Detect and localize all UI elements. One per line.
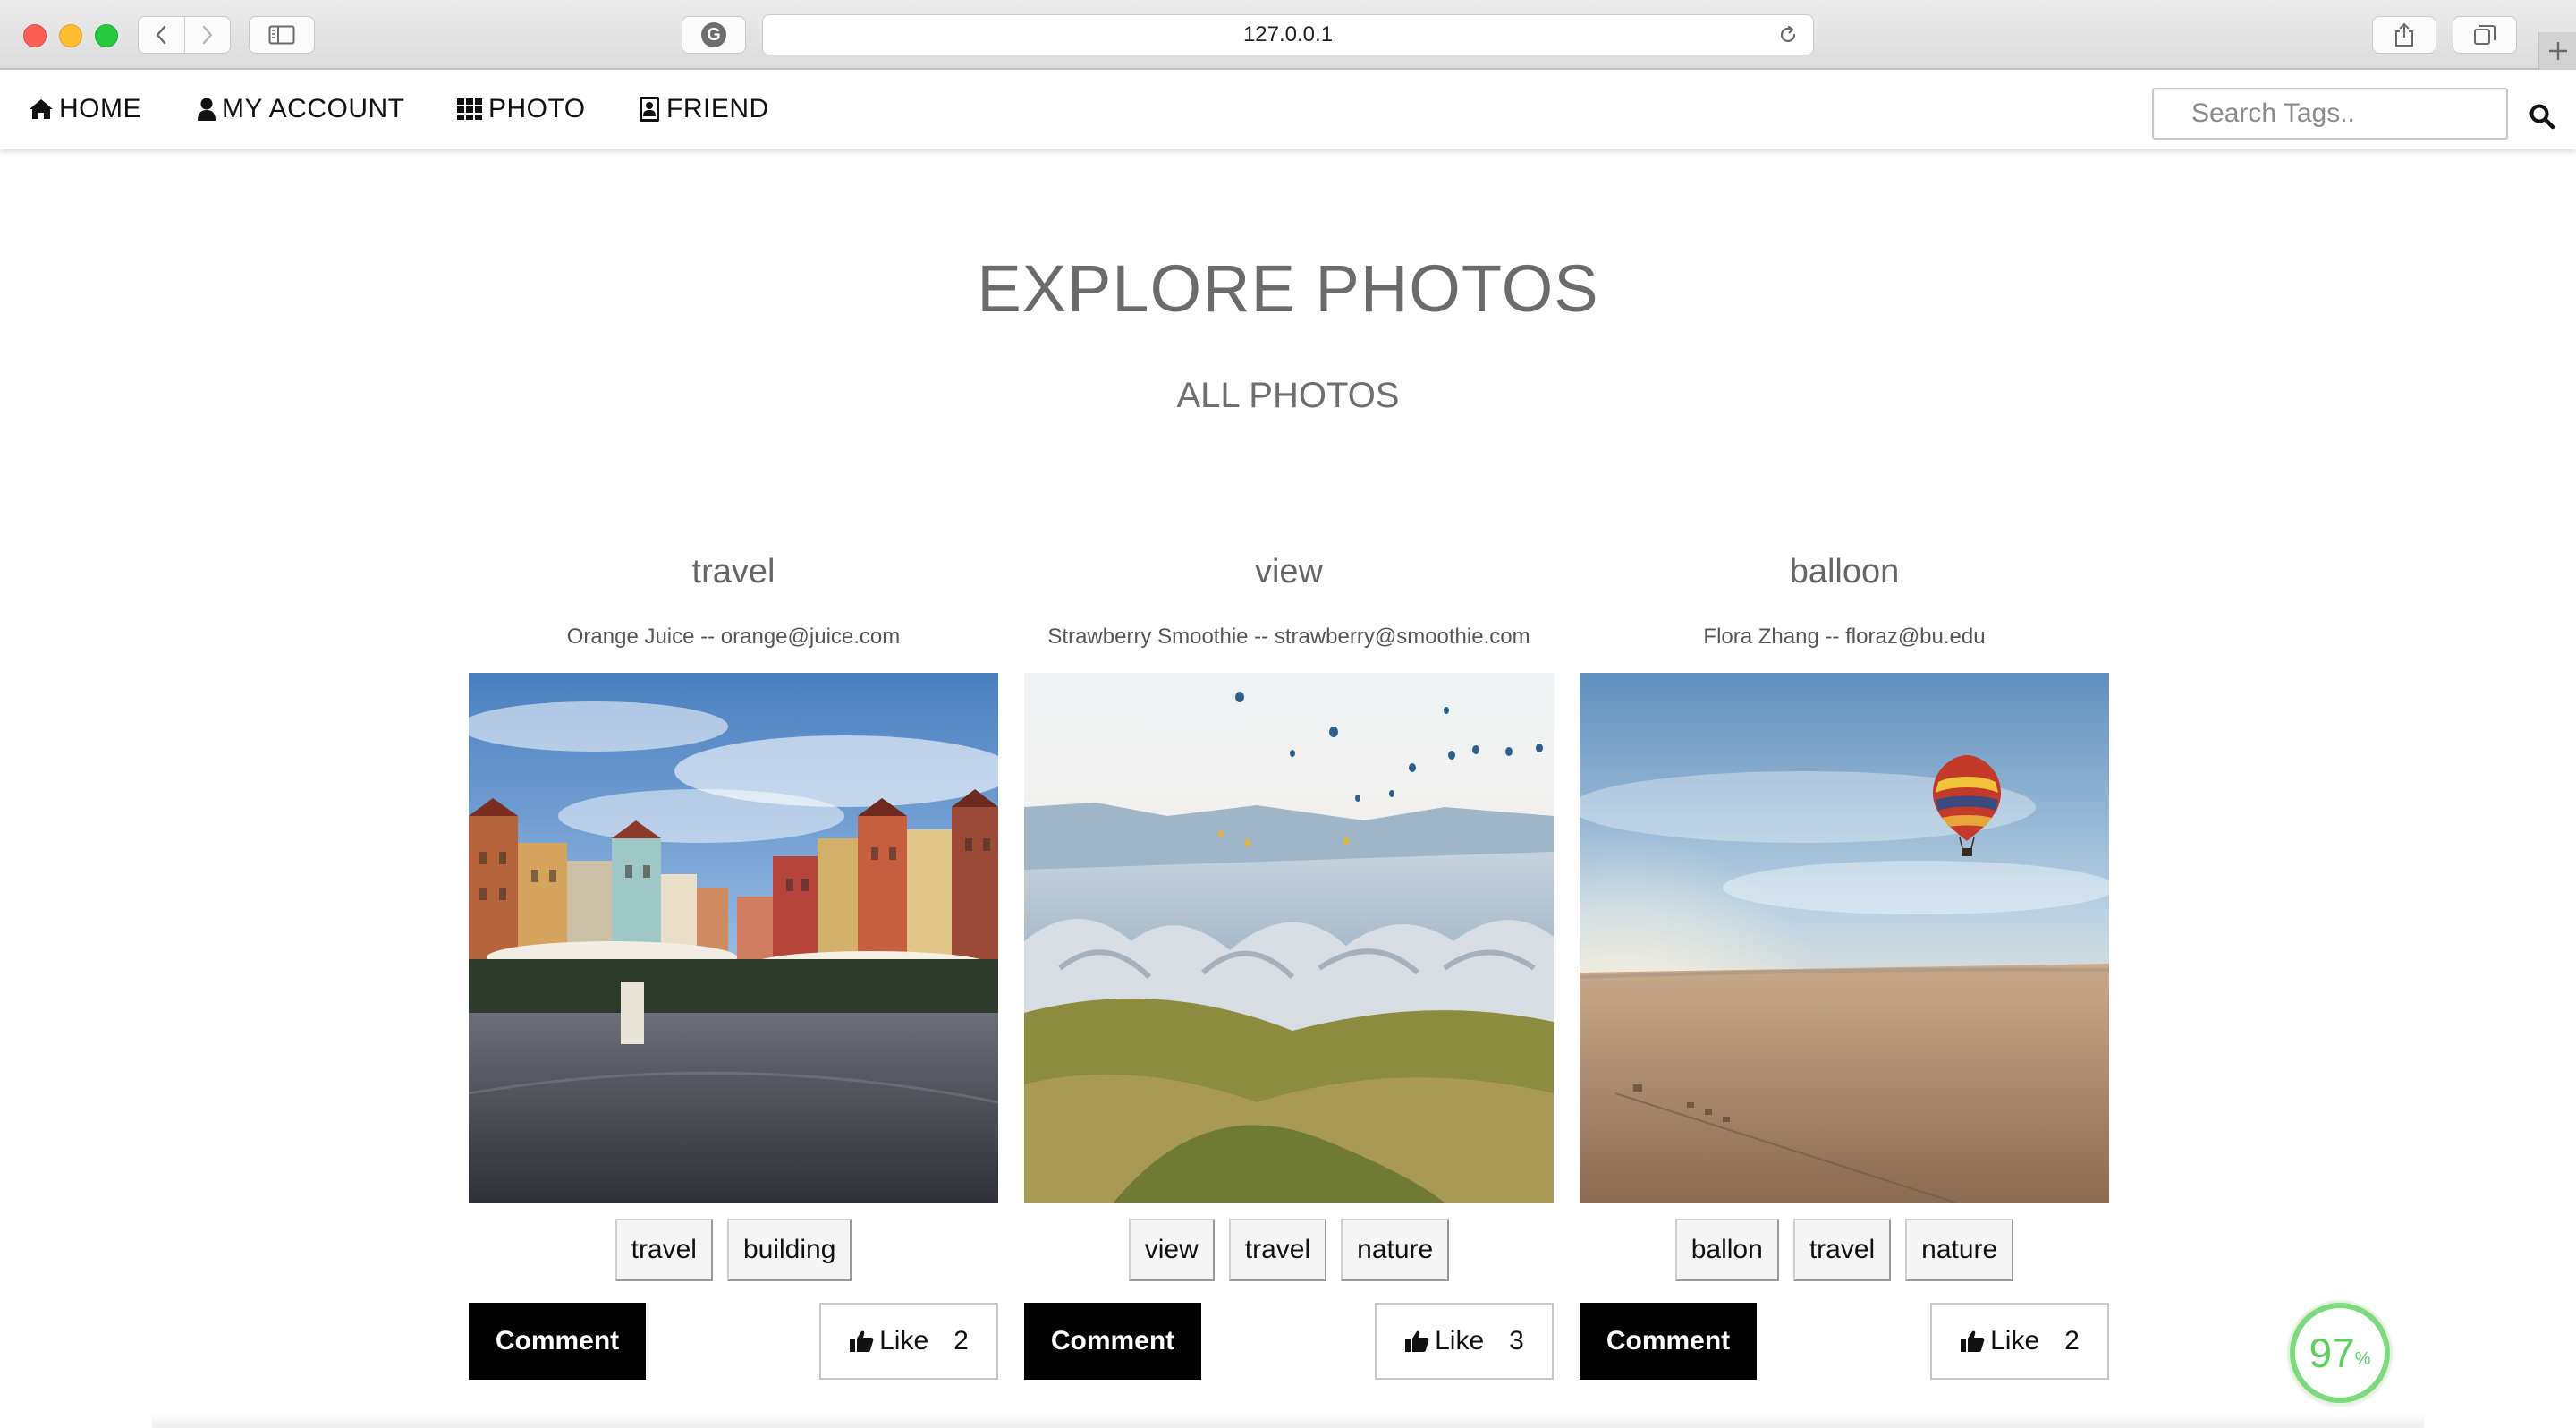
page-subtitle: ALL PHOTOS [1176,376,1400,415]
minimize-window-button[interactable] [59,24,82,47]
thumbs-up-icon [1960,1330,1985,1353]
photo-title: travel [691,553,775,591]
desert-balloon-image [1580,673,2109,1203]
extension-button[interactable]: G [682,16,746,54]
page-title: EXPLORE PHOTOS [977,251,1599,326]
photo-card: view Strawberry Smoothie -- strawberry@s… [1024,546,1554,1387]
photo-title: balloon [1789,553,1900,591]
new-tab-button[interactable] [2538,32,2576,70]
photo-owner: Strawberry Smoothie -- strawberry@smooth… [1047,625,1530,649]
browser-toolbar: G 127.0.0.1 [0,0,2576,70]
nav-photo-label: PHOTO [488,94,586,123]
address-book-icon [640,97,659,122]
share-icon [2395,22,2413,47]
like-label: Like [879,1326,929,1356]
sidebar-icon [268,25,295,45]
comment-button[interactable]: Comment [469,1303,646,1380]
tag-button[interactable]: travel [1792,1219,1892,1281]
reload-icon [1780,25,1796,43]
back-button[interactable] [139,17,184,53]
tag-button[interactable]: nature [1341,1219,1450,1281]
close-window-button[interactable] [23,24,47,47]
grammarly-icon: G [701,22,726,47]
photo-title: view [1254,553,1324,591]
share-button[interactable] [2372,16,2436,54]
like-count: 2 [953,1326,969,1356]
nav-account-label: MY ACCOUNT [222,94,405,123]
comment-button[interactable]: Comment [1024,1303,1201,1380]
nav-friend-link[interactable]: FRIEND [638,70,769,149]
like-label: Like [1990,1326,2040,1356]
tag-button[interactable]: nature [1905,1219,2014,1281]
forward-button[interactable] [183,17,231,53]
photo-tags: travel building [469,1219,998,1281]
like-button[interactable]: Like 3 [1375,1303,1554,1380]
cappadocia-valley-image [1024,673,1554,1203]
nav-friend-label: FRIEND [666,94,769,123]
search-button[interactable] [2522,97,2562,136]
page-footer-shadow [152,1414,2424,1428]
sidebar-toggle-button[interactable] [249,16,315,54]
address-bar[interactable]: 127.0.0.1 [762,14,1814,55]
nav-home-link[interactable]: HOME [29,70,141,149]
photo-card: travel Orange Juice -- orange@juice.com [469,546,998,1387]
photo-image[interactable] [1580,673,2109,1203]
photo-card: balloon Flora Zhang -- floraz@bu.edu bal… [1580,546,2109,1387]
like-button[interactable]: Like 2 [819,1303,998,1380]
photo-image[interactable] [469,673,998,1203]
photo-image[interactable] [1024,673,1554,1203]
comment-button[interactable]: Comment [1580,1303,1757,1380]
badge-unit: % [2354,1348,2371,1369]
plus-icon [2548,42,2567,60]
like-button[interactable]: Like 2 [1930,1303,2109,1380]
nav-home-label: HOME [59,94,141,123]
search-icon [2529,104,2555,130]
thumbs-up-icon [849,1330,874,1353]
nav-photo-link[interactable]: PHOTO [456,70,586,149]
nav-account-link[interactable]: MY ACCOUNT [197,70,404,149]
chevron-right-icon [202,25,212,45]
photo-tags: ballon travel nature [1580,1219,2109,1281]
photo-tags: view travel nature [1024,1219,1554,1281]
search-tags-input[interactable] [2152,88,2508,140]
zoom-window-button[interactable] [95,24,118,47]
photo-owner: Flora Zhang -- floraz@bu.edu [1703,625,1986,649]
like-count: 3 [1509,1326,1524,1356]
tag-button[interactable]: building [726,1219,852,1281]
old-town-square-image [469,673,998,1203]
chevron-left-icon [157,25,166,45]
show-tabs-button[interactable] [2453,16,2517,54]
tag-button[interactable]: ballon [1674,1219,1779,1281]
tabs-icon [2474,25,2496,45]
site-navbar: HOME MY ACCOUNT PHOTO FRIEND [0,70,2576,149]
photo-owner: Orange Juice -- orange@juice.com [566,625,901,649]
like-count: 2 [2064,1326,2080,1356]
reload-button[interactable] [1775,22,1801,47]
url-text: 127.0.0.1 [1242,22,1334,47]
user-icon [198,98,216,121]
home-icon [30,99,53,119]
like-label: Like [1435,1326,1485,1356]
tag-button[interactable]: travel [614,1219,713,1281]
tag-button[interactable]: view [1128,1219,1215,1281]
thumbs-up-icon [1404,1330,1429,1353]
badge-value: 97 [2309,1330,2355,1376]
grid-icon [457,98,482,120]
tag-button[interactable]: travel [1228,1219,1327,1281]
performance-badge[interactable]: 97% [2290,1303,2390,1403]
history-buttons [138,16,231,54]
